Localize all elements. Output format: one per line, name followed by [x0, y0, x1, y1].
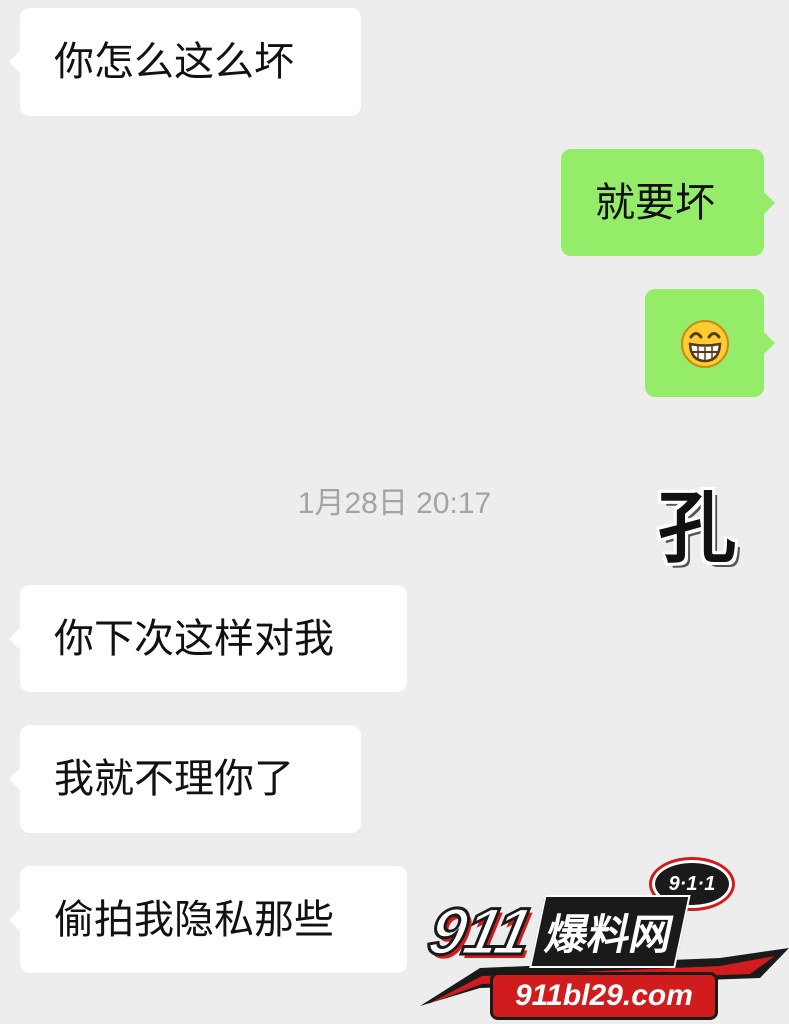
message-bubble-incoming[interactable]: 偷拍我隐私那些 — [9, 866, 407, 973]
watermark-number: 911 — [421, 893, 539, 970]
watermark-logo: 9·1·1 911 爆料网 911bl29.com — [420, 858, 789, 1024]
message-bubble-outgoing-emoji[interactable] — [645, 289, 775, 397]
watermark-url: 911bl29.com — [490, 972, 718, 1020]
overlay-sticker: 孔 — [657, 483, 736, 574]
message-bubble-outgoing[interactable]: 就要坏 — [561, 149, 775, 256]
message-bubble-incoming[interactable]: 我就不理你了 — [9, 725, 361, 833]
message-text: 偷拍我隐私那些 — [54, 896, 334, 943]
message-bubble-incoming[interactable]: 你下次这样对我 — [9, 585, 407, 692]
watermark-name: 爆料网 — [529, 894, 692, 968]
watermark-title: 911 爆料网 — [421, 893, 692, 970]
message-text: 我就不理你了 — [54, 756, 294, 802]
grinning-face-icon — [680, 320, 729, 368]
message-bubble-incoming[interactable]: 你怎么这么坏 — [9, 8, 361, 116]
message-text: 你怎么这么坏 — [54, 39, 294, 85]
message-text: 就要坏 — [595, 179, 715, 226]
message-text: 你下次这样对我 — [54, 615, 334, 662]
